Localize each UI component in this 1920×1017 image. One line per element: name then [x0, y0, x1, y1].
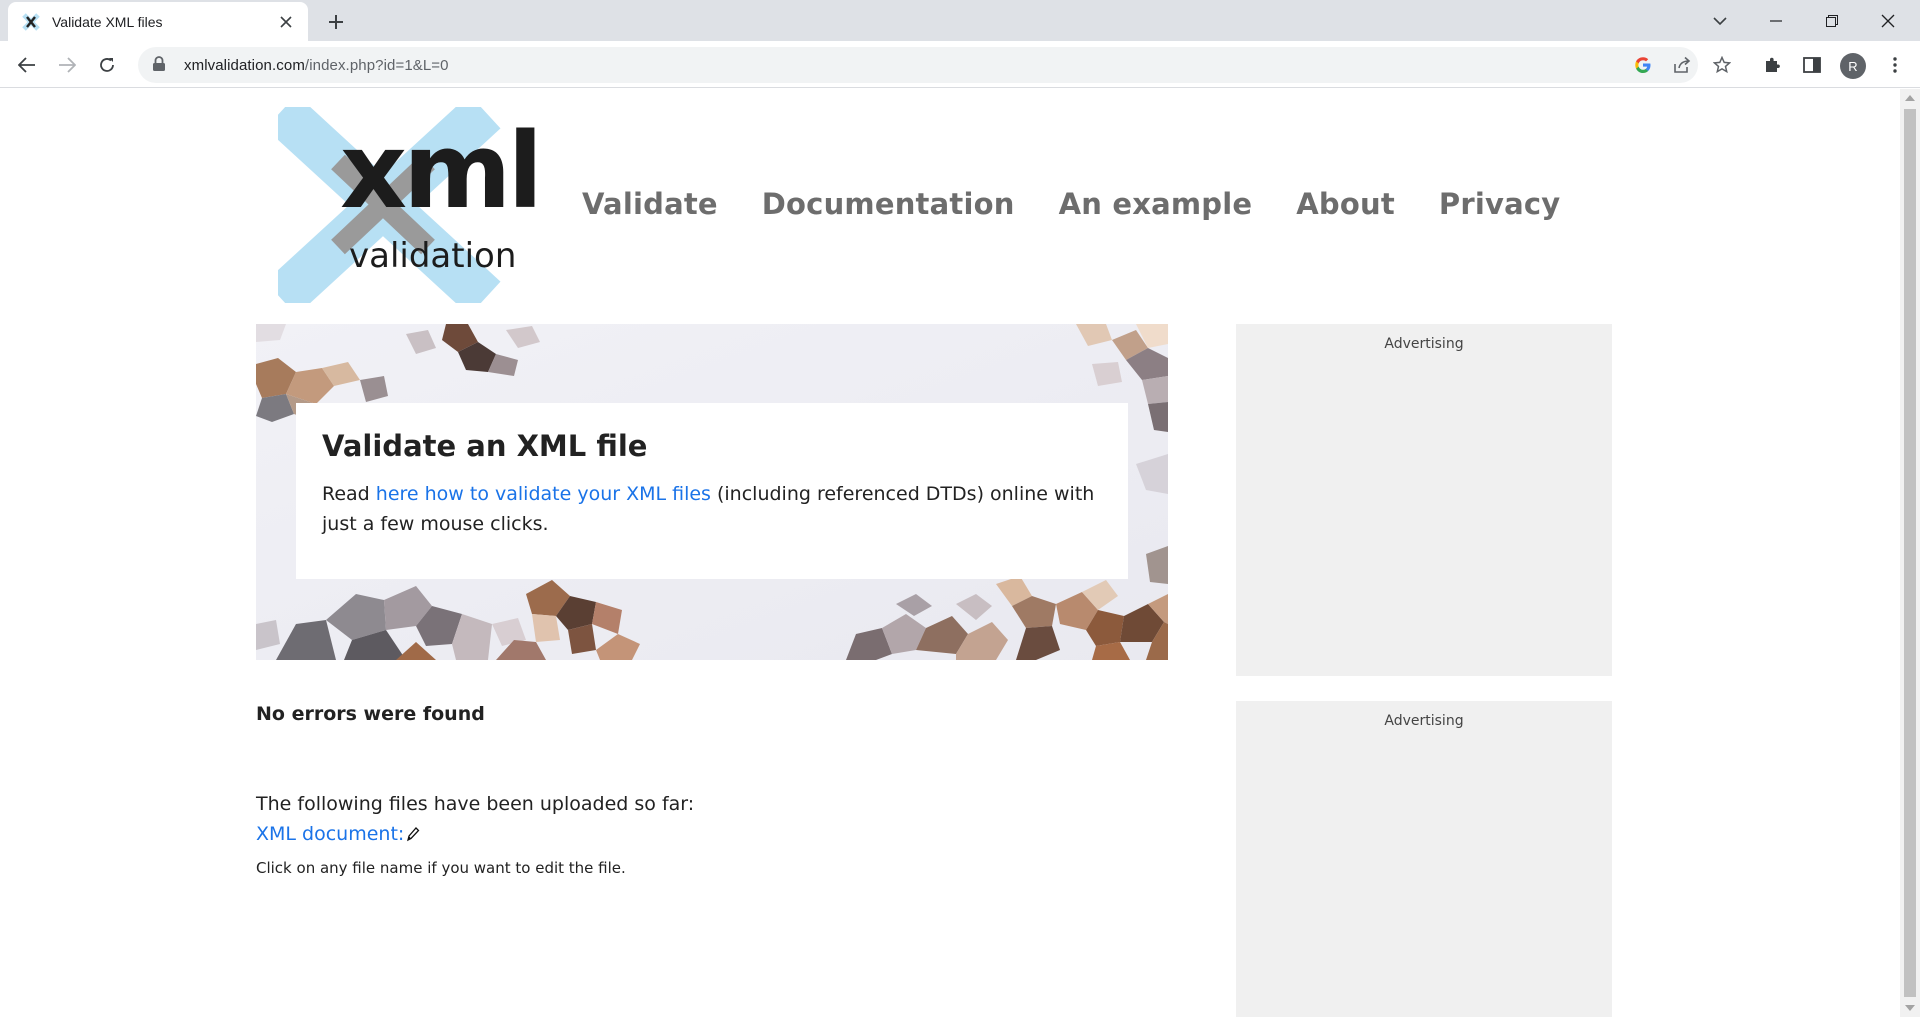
how-to-validate-link[interactable]: here how to validate your XML files [376, 483, 711, 505]
new-tab-icon[interactable] [322, 8, 350, 36]
browser-toolbar: xmlvalidation.com/index.php?id=1&L=0 R [0, 41, 1920, 88]
hero-banner: Validate an XML file Read here how to va… [256, 324, 1168, 660]
hero-title: Validate an XML file [322, 429, 648, 463]
site-logo[interactable]: xml validation [265, 94, 543, 316]
nav-validate[interactable]: Validate [582, 187, 718, 221]
edit-hint: Click on any file name if you want to ed… [256, 859, 626, 877]
nav-about[interactable]: About [1296, 187, 1395, 221]
tab-strip: Validate XML files [0, 0, 1920, 41]
extensions-puzzle-icon[interactable] [1759, 52, 1785, 78]
hero-text: Read here how to validate your XML files… [322, 479, 1102, 539]
advertising-label-2: Advertising [1384, 713, 1464, 729]
tab-search-icon[interactable] [1692, 0, 1748, 41]
nav-documentation[interactable]: Documentation [762, 187, 1015, 221]
advertising-slot-1[interactable]: Advertising [1236, 324, 1612, 676]
scroll-thumb[interactable] [1904, 109, 1916, 997]
logo-tagline-text: validation [349, 236, 517, 276]
browser-tab[interactable]: Validate XML files [8, 2, 308, 41]
address-bar[interactable]: xmlvalidation.com/index.php?id=1&L=0 [138, 47, 1698, 83]
reload-icon[interactable] [92, 50, 122, 80]
edit-pencil-icon[interactable] [406, 826, 420, 842]
advertising-slot-2[interactable]: Advertising [1236, 701, 1612, 1017]
bookmark-star-icon[interactable] [1711, 54, 1733, 76]
lock-icon[interactable] [152, 56, 170, 74]
xml-favicon-icon [22, 12, 40, 31]
hero-card: Validate an XML file Read here how to va… [296, 403, 1128, 579]
logo-brand-text: xml [340, 110, 543, 232]
forward-icon[interactable] [52, 50, 82, 80]
main-nav: Validate Documentation An example About … [582, 187, 1560, 221]
uploaded-files-label: The following files have been uploaded s… [256, 793, 695, 815]
hero-text-before: Read [322, 483, 376, 505]
url-host: xmlvalidation.com [184, 56, 305, 74]
back-icon[interactable] [12, 50, 42, 80]
scroll-up-arrow-icon[interactable] [1905, 95, 1915, 101]
minimize-icon[interactable] [1748, 0, 1804, 41]
url-path: /index.php?id=1&L=0 [304, 56, 449, 74]
advertising-label-1: Advertising [1384, 336, 1464, 352]
profile-avatar[interactable]: R [1840, 53, 1866, 79]
xml-document-link[interactable]: XML document: [256, 823, 420, 845]
close-tab-icon[interactable] [276, 12, 296, 32]
validation-status: No errors were found [256, 703, 485, 725]
tab-title: Validate XML files [52, 13, 163, 30]
restore-icon[interactable] [1804, 0, 1860, 41]
nav-privacy[interactable]: Privacy [1439, 187, 1560, 221]
page-scrollbar[interactable] [1900, 89, 1920, 1017]
side-panel-icon[interactable] [1799, 52, 1825, 78]
close-window-icon[interactable] [1860, 0, 1916, 41]
xml-document-link-text: XML document: [256, 823, 405, 845]
page-viewport: xml validation Validate Documentation An… [0, 89, 1900, 1017]
scroll-down-arrow-icon[interactable] [1905, 1005, 1915, 1011]
google-lens-icon[interactable] [1632, 54, 1654, 76]
browser-menu-icon[interactable] [1882, 52, 1908, 78]
share-icon[interactable] [1671, 54, 1693, 76]
url-text[interactable]: xmlvalidation.com/index.php?id=1&L=0 [184, 57, 449, 74]
nav-an-example[interactable]: An example [1059, 187, 1253, 221]
